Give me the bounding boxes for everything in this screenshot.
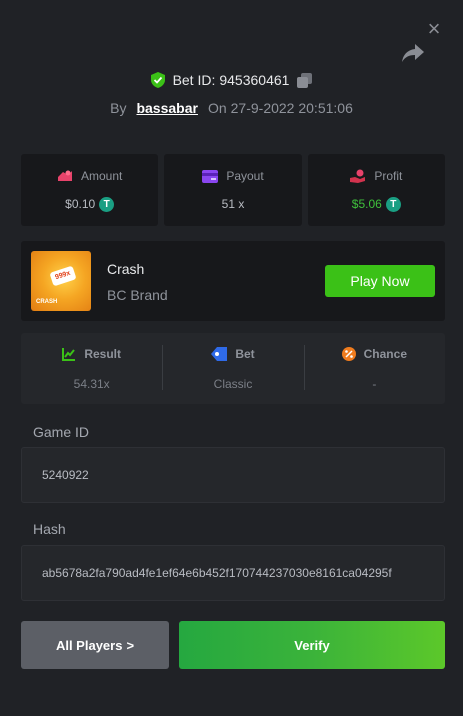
bet-details-modal: × Bet ID: 945360461 By bassabar On 27-9-… <box>0 0 463 716</box>
stat-value: 51 x <box>221 197 245 211</box>
bet-details-row: Result 54.31x Bet Classic Chance - <box>21 333 445 404</box>
percent-icon <box>341 346 356 361</box>
chevron-right-icon: > <box>126 637 135 653</box>
stat-value: $5.06 <box>351 197 382 211</box>
username-link[interactable]: bassabar <box>136 100 197 116</box>
verified-shield-icon <box>150 72 165 88</box>
thumb-label: CRASH <box>36 299 58 305</box>
detail-chance: Chance - <box>303 333 445 404</box>
game-card: 999x CRASH Crash BC Brand Play Now <box>21 241 445 321</box>
detail-result: Result 54.31x <box>21 333 162 404</box>
stat-label: Amount <box>80 168 123 183</box>
game-brand: BC Brand <box>107 287 168 303</box>
hash-label: Hash <box>33 521 66 537</box>
on-label: On <box>207 100 227 116</box>
bet-header: Bet ID: 945360461 By bassabar On 27-9-20… <box>0 72 463 116</box>
detail-label: Chance <box>363 346 407 361</box>
hash-field[interactable]: ab5678a2fa790ad4fe1ef64e6b452f1707442370… <box>21 545 445 601</box>
all-players-button[interactable]: All Players > <box>21 621 169 669</box>
copy-icon[interactable] <box>297 72 313 88</box>
stat-label: Payout <box>226 169 264 183</box>
detail-bet: Bet Classic <box>162 333 303 404</box>
bet-datetime: 27-9-2022 20:51:06 <box>230 100 353 116</box>
bet-id-row: Bet ID: 945360461 <box>0 72 463 88</box>
stat-amount: Amount $0.10 T <box>21 154 159 226</box>
usdt-icon: T <box>99 196 115 212</box>
card-icon <box>202 169 219 183</box>
detail-label: Bet <box>235 346 255 361</box>
amount-icon <box>57 170 72 181</box>
play-now-button[interactable]: Play Now <box>325 265 435 297</box>
profit-hand-icon <box>350 169 366 183</box>
share-icon[interactable] <box>401 42 425 64</box>
close-icon[interactable]: × <box>425 18 443 40</box>
bet-id-value: 945360461 <box>219 72 290 88</box>
game-name: Crash <box>107 261 145 277</box>
all-players-label: All Players <box>55 637 123 653</box>
hash-value: ab5678a2fa790ad4fe1ef64e6b452f1707442370… <box>42 566 392 580</box>
verify-button[interactable]: Verify <box>179 621 445 669</box>
thumb-multiplier-tag: 999x <box>49 265 77 287</box>
game-id-field[interactable]: 5240922 <box>21 447 445 503</box>
by-row: By bassabar On 27-9-2022 20:51:06 <box>0 100 463 116</box>
detail-value: - <box>372 376 377 391</box>
stat-profit: Profit $5.06 T <box>307 154 445 226</box>
result-chart-icon <box>62 347 76 361</box>
game-id-label: Game ID <box>33 424 90 440</box>
by-label: By <box>110 100 127 116</box>
stat-label: Profit <box>374 168 403 183</box>
stats-row: Amount $0.10 T Payout 51 x Profit $5.06 … <box>21 154 445 226</box>
crash-game-thumbnail[interactable]: 999x CRASH <box>31 251 91 311</box>
detail-value: Classic <box>213 376 253 391</box>
bet-tag-icon <box>211 346 228 361</box>
detail-label: Result <box>84 346 121 361</box>
stat-value: $0.10 <box>65 197 96 211</box>
stat-payout: Payout 51 x <box>164 154 302 226</box>
game-id-value: 5240922 <box>42 468 89 482</box>
bet-id-label: Bet ID: <box>172 72 216 88</box>
detail-value: 54.31x <box>73 376 110 391</box>
usdt-icon: T <box>385 196 401 212</box>
